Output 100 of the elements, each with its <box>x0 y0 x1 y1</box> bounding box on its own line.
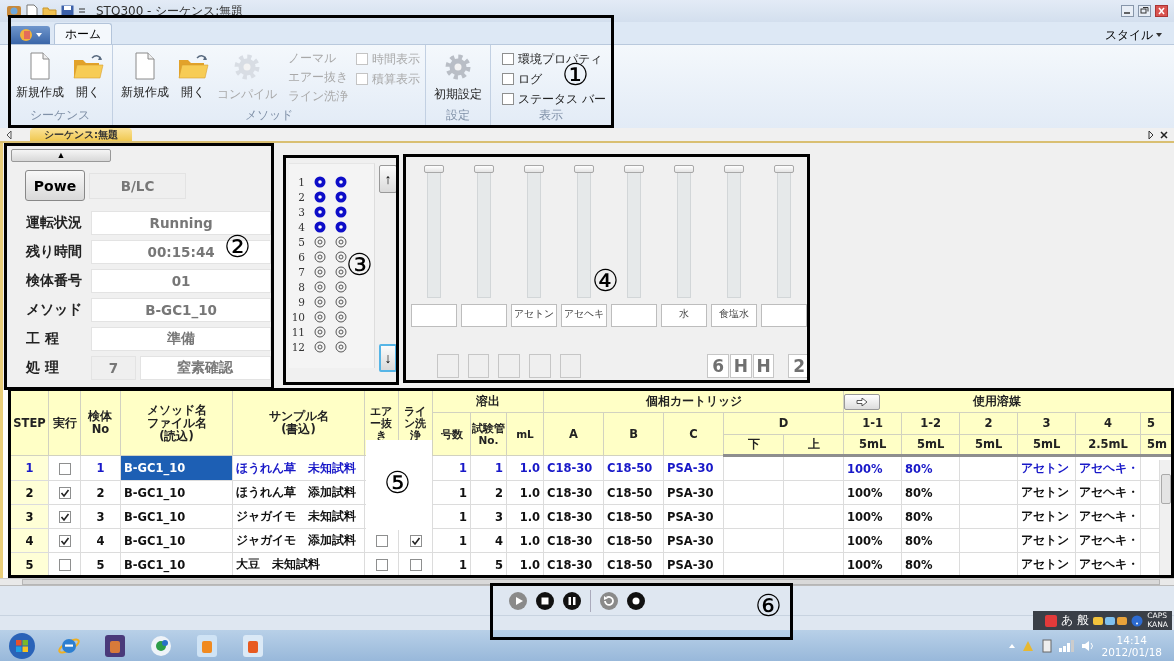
ribbon-tab[interactable]: ホーム <box>54 23 112 44</box>
close-icon[interactable] <box>1160 131 1168 139</box>
checkbox[interactable] <box>409 559 422 571</box>
slider-thumb[interactable] <box>624 165 644 173</box>
callout-number: ④ <box>592 266 619 296</box>
checkbox[interactable] <box>58 559 71 571</box>
dropdown-icon[interactable] <box>78 6 86 16</box>
slider[interactable] <box>524 166 544 298</box>
toolbar-button[interactable] <box>536 591 554 610</box>
help-icon[interactable] <box>1131 614 1144 627</box>
callout-number: ② <box>224 232 251 262</box>
scroll-left-icon[interactable] <box>6 131 12 139</box>
table-cell: 100% <box>847 461 883 476</box>
checkbox[interactable] <box>58 462 71 475</box>
ime-mode[interactable]: 般 <box>1077 612 1090 629</box>
group-title: 設定 <box>445 108 471 123</box>
port-number: 11 <box>290 325 305 338</box>
solvent-label-box <box>461 304 507 327</box>
slider[interactable] <box>574 166 594 298</box>
table-cell: 1.0 <box>519 485 540 500</box>
field-label: 工 程 <box>25 330 60 348</box>
indicator-box <box>528 354 551 378</box>
document-tab[interactable]: シーケンス:無題 <box>30 128 132 141</box>
table-cell: アセヘキ・ <box>1079 533 1140 547</box>
network-icon[interactable] <box>1059 639 1076 652</box>
folder-icon <box>72 52 104 80</box>
minimize-icon[interactable] <box>1121 5 1134 17</box>
scroll-up-button[interactable]: ↑ <box>379 165 397 193</box>
slider-thumb[interactable] <box>574 165 594 173</box>
scroll-right-icon[interactable] <box>1148 131 1154 139</box>
table-cell: アセトン <box>1021 533 1070 547</box>
horizontal-scrollbar[interactable] <box>0 578 1174 586</box>
table-cell: 100% <box>847 557 883 572</box>
ribbon-button[interactable]: 開く <box>69 50 107 108</box>
power-button[interactable]: Powe <box>25 170 85 201</box>
indicator-box <box>559 354 582 378</box>
column-header: A <box>543 412 604 456</box>
ime-mode[interactable]: あ <box>1061 612 1074 629</box>
slider[interactable] <box>674 166 694 298</box>
ribbon-button[interactable]: 初期設定 <box>431 50 485 108</box>
checkbox-label: ステータス バー <box>518 91 606 107</box>
indicator-box <box>467 354 490 378</box>
slider-thumb[interactable] <box>674 165 694 173</box>
checkbox[interactable] <box>502 53 514 65</box>
flask-app-icon[interactable] <box>240 632 266 659</box>
ribbon-button[interactable]: 開く <box>174 50 212 108</box>
field-label: メソッド <box>25 301 83 319</box>
application-menu-button[interactable] <box>10 26 50 44</box>
slider-thumb[interactable] <box>424 165 444 173</box>
toolbar-button[interactable] <box>627 591 645 610</box>
slider-thumb[interactable] <box>724 165 744 173</box>
column-header: サンプル名(書込) <box>268 410 329 436</box>
value-field: 01 <box>91 269 271 293</box>
ribbon-button[interactable]: 新規作成 <box>13 50 67 108</box>
slider-thumb[interactable] <box>774 165 794 173</box>
table-cell: C18-50 <box>607 557 653 572</box>
slider[interactable] <box>724 166 744 298</box>
slider[interactable] <box>624 166 644 298</box>
scroll-down-button[interactable]: ↓ <box>379 344 397 372</box>
table-cell: 100% <box>847 509 883 524</box>
restore-icon[interactable] <box>1138 5 1151 17</box>
slider[interactable] <box>474 166 494 298</box>
table-cell: PSA-30 <box>667 485 714 500</box>
speaker-icon[interactable] <box>1081 639 1096 652</box>
folder-icon[interactable] <box>42 4 57 18</box>
collapse-button[interactable]: ▲ <box>11 149 111 162</box>
start-button-icon[interactable] <box>8 631 36 660</box>
new-file-icon[interactable] <box>26 4 38 18</box>
checkbox[interactable] <box>375 535 388 547</box>
slider-thumb[interactable] <box>524 165 544 173</box>
expand-button[interactable] <box>844 393 881 410</box>
mode-field: B/LC <box>89 172 186 199</box>
style-menu[interactable]: スタイル <box>1103 26 1164 44</box>
column-header: 使用溶媒 <box>972 395 1023 408</box>
app-icon[interactable] <box>6 3 22 19</box>
checkbox[interactable] <box>58 511 71 523</box>
tray-icon[interactable] <box>1041 638 1054 653</box>
toolbar-button[interactable] <box>563 591 581 610</box>
slider-thumb[interactable] <box>474 165 494 173</box>
flask-app-icon[interactable] <box>194 632 220 659</box>
ribbon-button[interactable]: 新規作成 <box>118 50 172 108</box>
solvent-label: アセトン <box>514 307 554 321</box>
value-field: 窒素確認 <box>139 356 271 380</box>
checkbox[interactable] <box>409 535 422 547</box>
close-icon[interactable] <box>1155 5 1168 17</box>
table-cell: 80% <box>905 461 933 476</box>
table-cell: C18-30 <box>547 557 593 572</box>
caret-icon[interactable] <box>1009 643 1016 648</box>
checkbox[interactable] <box>58 487 71 499</box>
checkbox[interactable] <box>502 73 514 85</box>
stop-icon <box>536 591 554 610</box>
play-icon <box>509 591 527 610</box>
slider[interactable] <box>774 166 794 298</box>
table-cell: 1.0 <box>519 533 540 548</box>
app-icon[interactable] <box>102 632 128 659</box>
slider[interactable] <box>424 166 444 298</box>
field-label: 処 理 <box>25 359 60 377</box>
checkbox[interactable] <box>502 93 514 105</box>
checkbox[interactable] <box>58 535 71 547</box>
checkbox[interactable] <box>375 559 388 571</box>
